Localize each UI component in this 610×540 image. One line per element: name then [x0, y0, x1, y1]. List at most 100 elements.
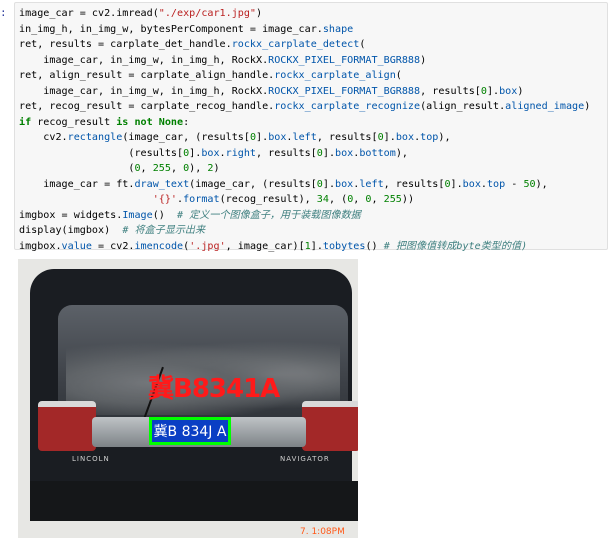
code-token: ,	[140, 163, 153, 174]
output-image: LINCOLN NAVIGATOR 冀B8341A 冀B 834J A 7. 1…	[18, 259, 358, 538]
code-token: )	[256, 8, 263, 19]
code-token: , results[	[316, 132, 378, 143]
code-token: left	[359, 178, 384, 190]
code-token: right	[225, 147, 257, 159]
code-token: image_car, in_img_w, in_img_h, RockX.	[19, 85, 269, 97]
code-token: , results[	[383, 178, 445, 190]
code-token: '.jpg'	[189, 240, 226, 252]
plate-text: 冀B 834J A	[153, 424, 227, 440]
code-line: display(imgbox) # 将盒子显示出来	[19, 225, 205, 236]
license-plate: 冀B 834J A	[149, 417, 231, 445]
code-line: ret, results = carplate_det_handle.rockx…	[19, 39, 365, 50]
code-token: (	[19, 163, 135, 174]
code-token: ].	[486, 85, 500, 97]
code-token: "./exp/car1.jpg"	[158, 8, 257, 19]
code-token: format	[183, 194, 220, 205]
code-token: ),	[189, 163, 208, 174]
code-token: ret, align_result = carplate_align_handl…	[19, 70, 275, 81]
code-token: , (	[328, 194, 348, 205]
code-token: box	[499, 85, 518, 97]
code-token: ),	[438, 132, 451, 143]
code-token: if	[19, 116, 32, 128]
code-token: )	[213, 163, 220, 174]
code-token: in_img_h, in_img_w, bytesPerComponent = …	[19, 23, 323, 35]
code-token: Image	[122, 209, 153, 221]
recognized-text-overlay: 冀B8341A	[148, 374, 280, 404]
code-token: left	[292, 132, 317, 143]
code-token: ].	[310, 240, 323, 252]
code-token: top	[420, 132, 439, 143]
code-token: )	[420, 54, 427, 66]
code-line: image_car, in_img_w, in_img_h, RockX.ROC…	[19, 55, 426, 66]
code-line: if recog_result is not None:	[19, 117, 189, 128]
badge-navigator: NAVIGATOR	[280, 455, 330, 463]
code-token: )	[584, 101, 591, 112]
code-token: ].	[322, 147, 336, 159]
code-token: )	[517, 85, 524, 97]
code-token: display(imgbox)	[19, 225, 123, 236]
code-line: in_img_h, in_img_w, bytesPerComponent = …	[19, 24, 353, 35]
code-token: # 定义一个图像盒子，用于装载图像数据	[177, 209, 361, 221]
code-line: imgbox = widgets.Image() # 定义一个图像盒子，用于装载…	[19, 210, 361, 221]
code-token: ()	[365, 240, 384, 252]
code-token: (	[359, 39, 366, 50]
code-line: image_car, in_img_w, in_img_h, RockX.ROC…	[19, 86, 523, 97]
code-token: tobytes	[322, 240, 366, 252]
code-token: :	[183, 116, 190, 128]
code-token: ROCKX_PIXEL_FORMAT_BGR888	[268, 85, 421, 97]
badge-lincoln: LINCOLN	[72, 455, 110, 463]
code-token: imencode	[134, 240, 184, 252]
code-token: rockx_carplate_align	[274, 70, 396, 81]
code-line: cv2.rectangle(image_car, (results[0].box…	[19, 132, 451, 143]
code-token: box	[201, 147, 220, 159]
code-token: box	[462, 178, 481, 190]
code-token: 255	[152, 163, 171, 174]
code-token: box	[268, 132, 287, 143]
code-token: ].	[256, 132, 269, 143]
code-token: top	[486, 178, 506, 190]
code-token: , results[	[256, 147, 317, 159]
code-token: image_car, in_img_w, in_img_h, RockX.	[19, 54, 269, 66]
code-line: '{}'.format(recog_result), 34, (0, 0, 25…	[19, 194, 414, 205]
code-token: -	[505, 178, 524, 190]
taillight-left	[38, 401, 96, 451]
code-token: ),	[395, 147, 408, 159]
code-token: '{}'	[152, 194, 178, 205]
code-token: ].	[189, 147, 202, 159]
code-token: (align_result.	[420, 101, 506, 112]
code-token: image_car = ft.	[19, 178, 135, 190]
code-token: rockx_carplate_recognize	[274, 101, 421, 112]
code-cell[interactable]: image_car = cv2.imread("./exp/car1.jpg")…	[14, 2, 608, 252]
code-token: recog_result	[31, 116, 117, 128]
code-token: ].	[450, 178, 463, 190]
code-token: bottom	[359, 147, 396, 159]
code-token: (recog_result),	[219, 194, 317, 205]
code-token: rockx_carplate_detect	[231, 39, 360, 50]
code-line: imgbox.value = cv2.imencode('.jpg', imag…	[19, 241, 527, 252]
code-token: draw_text	[134, 178, 190, 190]
code-token: 255	[383, 194, 402, 205]
code-token: ()	[152, 209, 178, 221]
code-token: = cv2.	[91, 240, 135, 252]
code-line: image_car = cv2.imread("./exp/car1.jpg")	[19, 8, 262, 19]
code-line: (0, 255, 0), 2)	[19, 163, 220, 174]
cell-prompt: :	[0, 6, 7, 19]
code-line: (results[0].box.right, results[0].box.bo…	[19, 148, 408, 159]
taillight-right	[302, 401, 358, 451]
code-token: image_car = cv2.imread(	[19, 8, 159, 19]
code-editor[interactable]: image_car = cv2.imread("./exp/car1.jpg")…	[19, 6, 590, 254]
code-token: , results[	[420, 85, 481, 97]
code-token: is not None	[116, 116, 184, 128]
code-token: shape	[322, 23, 354, 35]
code-token: box	[335, 178, 354, 190]
code-token: # 将盒子显示出来	[122, 225, 206, 236]
code-token: ,	[371, 194, 384, 205]
code-token: ),	[535, 178, 548, 190]
code-token: value	[61, 240, 92, 252]
code-line: ret, recog_result = carplate_recog_handl…	[19, 101, 590, 112]
rear-bumper	[30, 481, 358, 521]
code-token: ].	[383, 132, 396, 143]
code-token: ret, results = carplate_det_handle.	[19, 39, 232, 50]
code-token: imgbox.	[19, 240, 62, 252]
